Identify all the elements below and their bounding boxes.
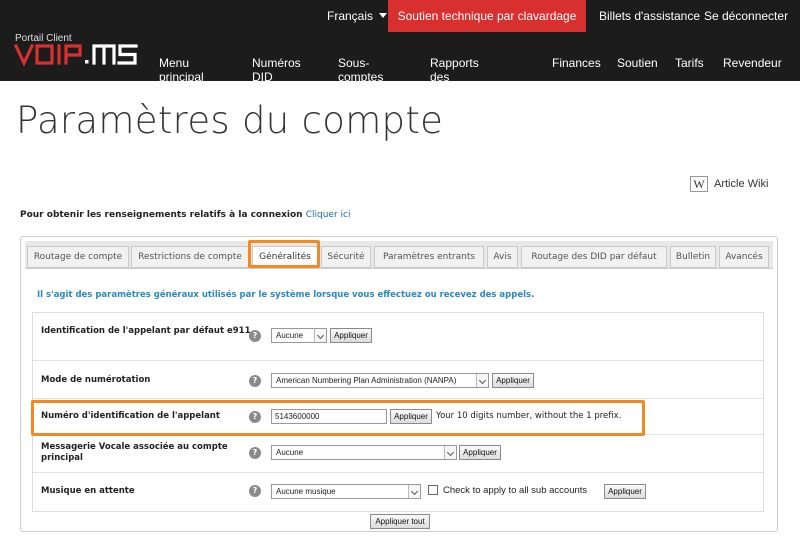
tab-default-did-routing[interactable]: Routage des DID par défaut [521,246,667,268]
caller-id-row-highlight [31,400,645,436]
tabs-bar: Routage de compte Restrictions de compte… [25,241,773,269]
row-music-on-hold: Musique en attente ? Aucune musique Chec… [33,473,763,511]
row-e911: Identification de l'appelant par défaut … [33,313,763,361]
help-icon[interactable]: ? [249,485,261,497]
e911-apply-button[interactable]: Appliquer [330,328,372,343]
wiki-article-label: Article Wiki [714,177,769,190]
tab-notices[interactable]: Avis [487,246,518,268]
nav-item-finances[interactable]: Finances [552,56,601,70]
tickets-link[interactable]: Billets d'assistance [599,9,700,23]
tab-bulletin[interactable]: Bulletin [670,246,716,268]
general-description: Il s'agit des paramètres généraux utilis… [37,290,535,300]
site-header: Français Soutien technique par clavardag… [0,0,800,98]
music-label: Musique en attente [41,486,135,496]
voicemail-label: Messagerie Vocale associée au compte pri… [41,442,228,463]
connection-info-link[interactable]: Cliquer ici [306,210,351,220]
language-label: Français [327,9,374,23]
caret-down-icon [379,13,388,18]
apply-sub-accounts-checkbox[interactable] [428,485,438,495]
dialing-mode-apply-button[interactable]: Appliquer [492,373,534,388]
page-title: Paramètres du compte [16,99,444,142]
help-icon[interactable]: ? [249,447,261,459]
top-bar: Français Soutien technique par clavardag… [0,0,800,32]
active-tab-highlight [248,240,320,268]
chevron-down-icon [444,446,456,459]
help-icon[interactable]: ? [249,375,261,387]
tab-advanced[interactable]: Avancés [719,246,769,268]
apply-sub-accounts-label: Check to apply to all sub accounts [443,485,588,496]
wiki-article-link[interactable]: W Article Wiki [690,176,768,192]
logout-link[interactable]: Se déconnecter [704,9,788,23]
nav-item-main-menu[interactable]: Menu principal [159,56,204,84]
tab-incoming-settings[interactable]: Paramètres entrants [374,246,484,268]
nav-item-sub-accounts[interactable]: Sous-comptes [338,56,383,84]
row-voicemail: Messagerie Vocale associée au compte pri… [33,435,763,473]
apply-all-button[interactable]: Appliquer tout [370,514,430,529]
wikipedia-icon: W [690,176,708,192]
language-selector[interactable]: Français [327,9,388,23]
nav-item-call-reports[interactable]: Rapports des appels [430,56,479,98]
e911-select[interactable]: Aucune [271,328,327,343]
dialing-mode-value: American Numbering Plan Administration (… [276,376,457,385]
dialing-mode-label: Mode de numérotation [41,375,151,385]
row-dialing-mode: Mode de numérotation ? American Numberin… [33,361,763,399]
nav-item-did-numbers[interactable]: Numéros DID [252,56,301,84]
music-select[interactable]: Aucune musique [271,484,421,499]
voicemail-value: Aucune [276,448,304,457]
chevron-down-icon [476,374,488,387]
help-icon[interactable]: ? [249,330,261,342]
e911-value: Aucune [276,331,304,340]
chevron-down-icon [408,485,420,498]
music-apply-button[interactable]: Appliquer [604,484,646,499]
chat-support-button[interactable]: Soutien technique par clavardage [388,0,586,32]
chevron-down-icon [314,329,326,342]
voicemail-select[interactable]: Aucune [271,445,457,460]
tab-security[interactable]: Sécurité [321,246,371,268]
nav-item-support[interactable]: Soutien [617,56,658,70]
dialing-mode-select[interactable]: American Numbering Plan Administration (… [271,373,489,388]
voicemail-apply-button[interactable]: Appliquer [459,445,501,460]
e911-label: Identification de l'appelant par défaut … [41,326,251,336]
voipms-logo[interactable] [14,41,138,67]
tab-account-routing[interactable]: Routage de compte [27,246,129,268]
connection-info-text: Pour obtenir les renseignements relatifs… [20,210,303,220]
nav-item-reseller[interactable]: Revendeur [723,56,782,70]
tab-account-restrictions[interactable]: Restrictions de compte [131,246,249,268]
music-value: Aucune musique [276,487,336,496]
connection-info: Pour obtenir les renseignements relatifs… [20,210,350,220]
nav-item-rates[interactable]: Tarifs [675,56,704,70]
